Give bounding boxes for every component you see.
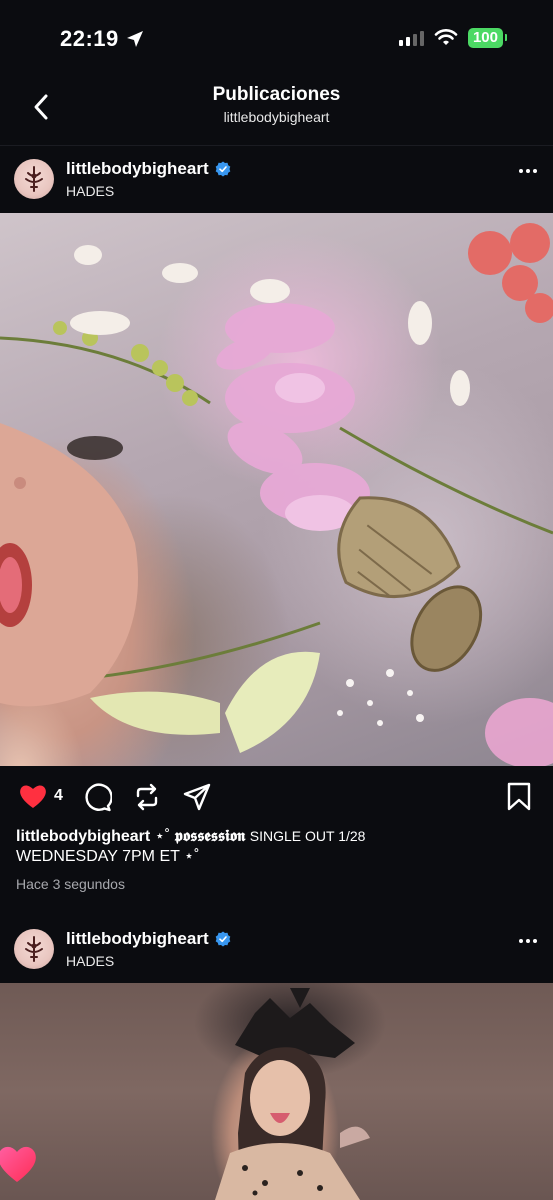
avatar[interactable]	[14, 159, 54, 199]
logo-icon	[25, 936, 43, 962]
page-subtitle: littlebodybigheart	[223, 109, 330, 125]
nav-header: Publicaciones littlebodybigheart	[0, 80, 553, 146]
verified-icon	[215, 931, 230, 947]
heart-icon	[20, 785, 46, 808]
more-options-button[interactable]	[519, 939, 537, 943]
caption-decoration-start: ⋆˚	[154, 828, 171, 845]
floating-heart-icon	[0, 1146, 36, 1182]
verified-icon	[215, 161, 230, 177]
more-icon	[519, 169, 523, 173]
post-audio-label[interactable]: HADES	[66, 183, 114, 199]
status-time: 22:19	[60, 26, 145, 52]
post-image[interactable]	[0, 213, 553, 766]
avatar[interactable]	[14, 929, 54, 969]
repost-button[interactable]	[132, 782, 162, 812]
caption-line2: WEDNESDAY 7PM ET	[16, 848, 180, 865]
battery-indicator: 100	[467, 28, 508, 48]
share-icon	[183, 783, 211, 811]
caption-text: SINGLE OUT 1/28	[249, 828, 366, 844]
wifi-icon	[434, 29, 458, 45]
page-title: Publicaciones	[212, 84, 341, 105]
location-arrow-icon	[126, 31, 143, 47]
caption-username[interactable]: littlebodybigheart	[16, 828, 150, 845]
like-button[interactable]: 4	[18, 782, 63, 810]
time-label: 22:19	[60, 26, 119, 51]
save-button[interactable]	[506, 782, 532, 812]
caption-decoration-end: ⋆˚	[184, 848, 200, 865]
signal-icon	[398, 30, 424, 46]
logo-icon	[25, 166, 43, 192]
more-options-button[interactable]	[519, 169, 537, 173]
post-timestamp: Hace 3 segundos	[16, 876, 125, 892]
status-icons: 100	[398, 28, 508, 48]
like-count: 4	[54, 787, 63, 804]
action-bar: 4	[0, 766, 553, 826]
post-audio-label[interactable]: HADES	[66, 953, 114, 969]
post-username[interactable]: littlebodybigheart	[66, 159, 231, 179]
more-icon	[519, 939, 523, 943]
post-artwork	[215, 988, 370, 1200]
status-bar: 22:19 100	[0, 0, 553, 80]
post-header: littlebodybigheart HADES	[0, 917, 553, 983]
post-username[interactable]: littlebodybigheart	[66, 929, 231, 949]
username-label: littlebodybigheart	[66, 929, 209, 948]
comment-icon	[85, 783, 112, 812]
share-button[interactable]	[182, 782, 212, 812]
post-caption: littlebodybigheart ⋆˚ 𝖕𝖔𝖘𝖘𝖊𝖘𝖘𝖎𝖔𝖓 SINGLE …	[16, 826, 536, 867]
username-label: littlebodybigheart	[66, 159, 209, 178]
post-image[interactable]	[0, 983, 553, 1200]
comment-button[interactable]	[82, 782, 112, 812]
repost-icon	[136, 783, 158, 811]
caption-song-title: 𝖕𝖔𝖘𝖘𝖊𝖘𝖘𝖎𝖔𝖓	[174, 826, 246, 845]
post-header: littlebodybigheart HADES	[0, 147, 553, 213]
post-artwork	[0, 223, 553, 766]
bookmark-icon	[507, 782, 531, 811]
